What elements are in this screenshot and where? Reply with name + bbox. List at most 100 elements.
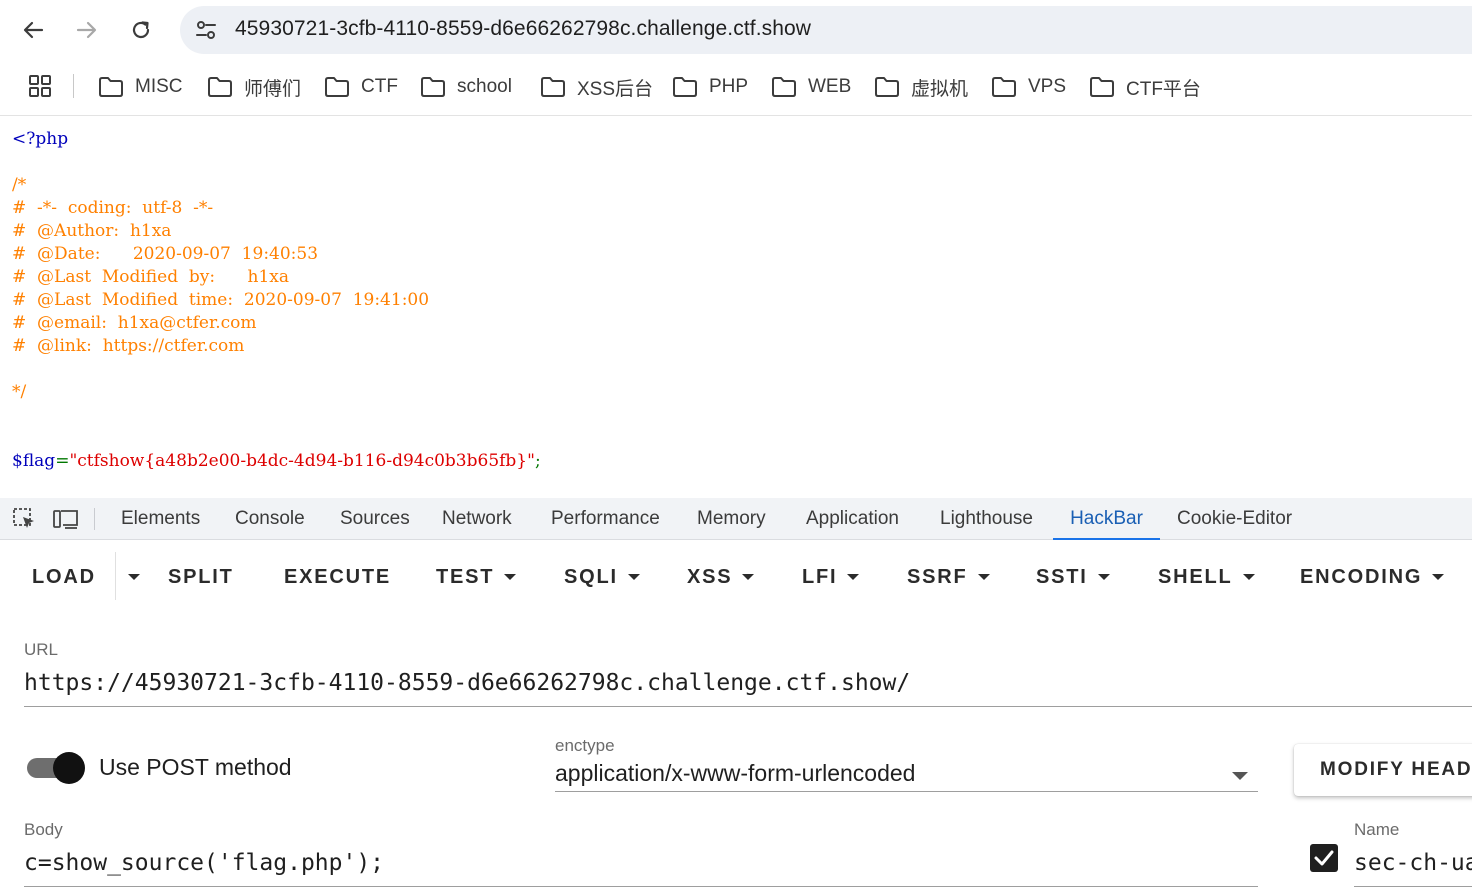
apps-grid-icon[interactable] bbox=[28, 74, 52, 98]
enctype-label: enctype bbox=[555, 736, 615, 755]
back-button[interactable] bbox=[17, 14, 49, 46]
header-name-input[interactable]: sec-ch-ua bbox=[1354, 850, 1472, 876]
bookmark-label: 虚拟机 bbox=[911, 78, 969, 100]
body-input[interactable]: c=show_source('flag.php'); bbox=[24, 850, 384, 876]
load-divider bbox=[115, 552, 116, 600]
bookmark-xss[interactable]: XSS后台 bbox=[540, 73, 653, 101]
enctype-select[interactable]: application/x-www-form-urlencoded bbox=[555, 760, 915, 787]
bookmark-label: WEB bbox=[808, 76, 852, 97]
chevron-down-icon[interactable] bbox=[1232, 772, 1248, 780]
folder-icon bbox=[541, 77, 565, 97]
comment-line: # @Author: h1xa bbox=[12, 221, 172, 241]
reload-icon bbox=[132, 21, 150, 39]
bookmark-label: VPS bbox=[1028, 76, 1067, 97]
header-name-underline bbox=[1354, 886, 1472, 887]
bookmark-label: PHP bbox=[709, 76, 749, 97]
bookmarks-divider bbox=[73, 74, 74, 98]
tab-application[interactable]: Application bbox=[806, 498, 899, 540]
checkmark-icon bbox=[1314, 850, 1334, 866]
ssrf-label: SSRF bbox=[907, 565, 968, 588]
devtools-tabbar: Elements Console Sources Network Perform… bbox=[0, 498, 1472, 540]
encoding-label: ENCODING bbox=[1300, 565, 1423, 588]
comment-line: # @link: https://ctfer.com bbox=[12, 336, 245, 356]
tab-lighthouse[interactable]: Lighthouse bbox=[940, 498, 1033, 540]
site-settings-icon[interactable] bbox=[194, 18, 218, 42]
folder-icon bbox=[208, 77, 232, 97]
comment-line: # -*- coding: utf-8 -*- bbox=[12, 198, 214, 218]
url-input[interactable]: https://45930721-3cfb-4110-8559-d6e66262… bbox=[24, 670, 910, 696]
folder-icon bbox=[992, 77, 1016, 97]
inspect-element-icon[interactable] bbox=[12, 507, 38, 531]
folder-icon bbox=[421, 77, 445, 97]
header-enabled-checkbox[interactable] bbox=[1310, 844, 1338, 872]
devtools-divider bbox=[94, 508, 95, 530]
tab-cookie-editor[interactable]: Cookie-Editor bbox=[1177, 498, 1292, 540]
folder-icon bbox=[875, 77, 899, 97]
post-toggle[interactable] bbox=[53, 752, 85, 784]
bookmark-vm[interactable]: 虚拟机 bbox=[874, 73, 968, 101]
forward-button[interactable] bbox=[71, 14, 103, 46]
folder-icon bbox=[1090, 77, 1114, 97]
tab-elements[interactable]: Elements bbox=[121, 498, 200, 540]
execute-label: EXECUTE bbox=[284, 565, 392, 588]
chevron-down-icon bbox=[627, 574, 640, 580]
chevron-down-icon bbox=[1097, 574, 1110, 580]
flag-statement: $flag="ctfshow{a48b2e00-b4dc-4d94-b116-d… bbox=[12, 451, 541, 471]
bookmark-misc[interactable]: MISC bbox=[98, 73, 183, 101]
chevron-down-icon bbox=[977, 574, 990, 580]
split-label: SPLIT bbox=[168, 565, 234, 588]
bookmark-label: CTF bbox=[361, 76, 398, 97]
load-dropdown-button[interactable] bbox=[118, 564, 140, 590]
shell-label: SHELL bbox=[1158, 565, 1233, 588]
load-button[interactable]: LOAD bbox=[32, 564, 96, 590]
reload-button[interactable] bbox=[125, 14, 157, 46]
hackbar-panel: LOAD SPLIT EXECUTE TEST SQLI XSS LFI SSR… bbox=[0, 540, 1472, 888]
flag-variable: $flag bbox=[12, 451, 56, 471]
bookmark-school[interactable]: school bbox=[420, 73, 512, 101]
bookmark-web[interactable]: WEB bbox=[771, 73, 851, 101]
tab-performance[interactable]: Performance bbox=[551, 498, 660, 540]
tab-console[interactable]: Console bbox=[235, 498, 305, 540]
statement-semicolon: ; bbox=[534, 451, 541, 471]
execute-button[interactable]: EXECUTE bbox=[284, 564, 391, 590]
test-menu-button[interactable]: TEST bbox=[436, 564, 517, 590]
back-arrow-icon bbox=[23, 21, 44, 39]
bookmark-label: 师傅们 bbox=[244, 78, 302, 100]
modify-header-button[interactable]: MODIFY HEADER bbox=[1294, 744, 1472, 796]
flag-string: "ctfshow{a48b2e00-b4dc-4d94-b116-d94c0b3… bbox=[69, 451, 535, 471]
bookmark-ctf-platform[interactable]: CTF平台 bbox=[1089, 73, 1201, 101]
ssti-menu-button[interactable]: SSTI bbox=[1036, 564, 1110, 590]
address-text[interactable]: 45930721-3cfb-4110-8559-d6e66262798c.cha… bbox=[235, 17, 811, 41]
sqli-menu-button[interactable]: SQLI bbox=[564, 564, 640, 590]
sqli-label: SQLI bbox=[564, 565, 618, 588]
chevron-down-icon bbox=[504, 574, 517, 580]
load-label: LOAD bbox=[32, 565, 96, 588]
chevron-down-icon bbox=[128, 574, 140, 580]
header-name-label: Name bbox=[1354, 820, 1400, 839]
tab-sources[interactable]: Sources bbox=[340, 498, 410, 540]
bookmark-vps[interactable]: VPS bbox=[991, 73, 1066, 101]
comment-line: # @Date: 2020-09-07 19:40:53 bbox=[12, 244, 319, 264]
tab-hackbar[interactable]: HackBar bbox=[1053, 498, 1160, 540]
lfi-menu-button[interactable]: LFI bbox=[802, 564, 860, 590]
tab-network[interactable]: Network bbox=[442, 498, 512, 540]
chevron-down-icon bbox=[1242, 574, 1255, 580]
shell-menu-button[interactable]: SHELL bbox=[1158, 564, 1255, 590]
bookmark-php[interactable]: PHP bbox=[672, 73, 748, 101]
tab-memory[interactable]: Memory bbox=[697, 498, 766, 540]
address-bar[interactable]: 45930721-3cfb-4110-8559-d6e66262798c.cha… bbox=[180, 6, 1472, 54]
encoding-menu-button[interactable]: ENCODING bbox=[1300, 564, 1445, 590]
bookmark-shifu[interactable]: 师傅们 bbox=[207, 73, 301, 101]
xss-menu-button[interactable]: XSS bbox=[687, 564, 755, 590]
comment-line: # @Last Modified time: 2020-09-07 19:41:… bbox=[12, 290, 430, 310]
chevron-down-icon bbox=[742, 574, 755, 580]
assign-operator: = bbox=[55, 451, 70, 471]
ssrf-menu-button[interactable]: SSRF bbox=[907, 564, 990, 590]
php-open-tag: <?php bbox=[12, 129, 69, 149]
lfi-label: LFI bbox=[802, 565, 838, 588]
chevron-down-icon bbox=[1432, 574, 1445, 580]
xss-label: XSS bbox=[687, 565, 733, 588]
device-toolbar-icon[interactable] bbox=[53, 507, 79, 531]
bookmark-ctf[interactable]: CTF bbox=[324, 73, 398, 101]
split-button[interactable]: SPLIT bbox=[168, 564, 234, 590]
